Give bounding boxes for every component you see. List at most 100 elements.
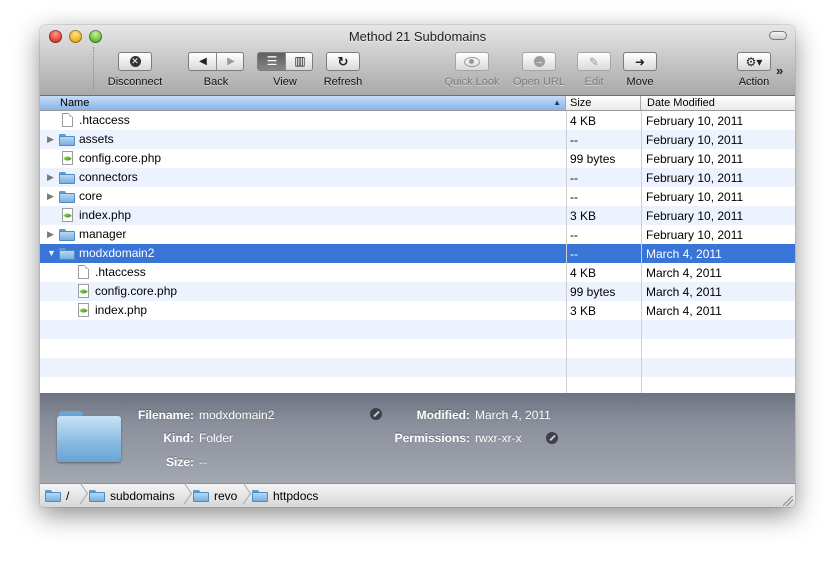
file-row[interactable]: ▶ core -- February 10, 2011 — [40, 187, 795, 206]
document-icon — [78, 265, 89, 280]
file-row[interactable]: index.php 3 KB February 10, 2011 — [40, 206, 795, 225]
window-title: Method 21 Subdomains — [348, 29, 487, 44]
path-crumb-httpdocs[interactable]: httpdocs — [252, 489, 318, 503]
list-view-icon[interactable]: ☰ — [258, 53, 286, 70]
permissions-value: rwxr-xr-x — [475, 431, 522, 445]
file-row[interactable]: ▶ connectors -- February 10, 2011 — [40, 168, 795, 187]
name-column-header[interactable]: Name ▲ — [40, 96, 566, 110]
back-forward-control: ◀ ▶ — [188, 52, 244, 71]
path-crumb-label: revo — [214, 489, 238, 503]
back-arrow-icon[interactable]: ◀ — [189, 56, 217, 67]
permissions-edit-icon[interactable] — [546, 432, 558, 444]
file-date: February 10, 2011 — [646, 170, 744, 185]
path-crumb-root[interactable]: / — [45, 489, 69, 503]
file-date: February 10, 2011 — [646, 208, 744, 223]
size-column-header[interactable]: Size — [566, 96, 641, 110]
file-rows: .htaccess 4 KB February 10, 2011 ▶ assets -- F… — [40, 111, 795, 393]
modified-value: March 4, 2011 — [475, 408, 551, 422]
file-size: -- — [570, 170, 578, 185]
folder-icon — [59, 247, 75, 260]
date-column-label: Date Modified — [647, 97, 715, 109]
edit-button[interactable]: ✎ — [577, 52, 611, 71]
file-date: March 4, 2011 — [646, 265, 722, 280]
disclosure-triangle-icon[interactable]: ▶ — [47, 172, 57, 183]
folder-icon — [59, 190, 75, 203]
file-row[interactable]: ▶ manager -- February 10, 2011 — [40, 225, 795, 244]
forward-arrow-icon[interactable]: ▶ — [217, 56, 245, 67]
file-date: March 4, 2011 — [646, 284, 722, 299]
name-cell: ▼ modxdomain2 — [40, 244, 566, 263]
name-cell: ▶ assets — [40, 130, 566, 149]
file-row[interactable]: .htaccess 4 KB March 4, 2011 — [40, 263, 795, 282]
name-cell: index.php — [40, 206, 566, 225]
document-icon — [62, 113, 73, 128]
size-value: -- — [199, 455, 207, 469]
sort-ascending-icon: ▲ — [553, 98, 561, 107]
kind-value: Folder — [199, 431, 234, 445]
php-file-icon — [62, 208, 73, 223]
file-size: -- — [570, 227, 578, 242]
disconnect-button[interactable]: ✕ — [118, 52, 152, 71]
open-url-label: Open URL — [513, 76, 565, 88]
php-file-icon — [62, 151, 73, 166]
file-size: -- — [570, 132, 578, 147]
path-separator — [184, 484, 192, 507]
php-file-icon — [78, 284, 89, 299]
column-divider — [641, 111, 642, 393]
toolbar-overflow-icon[interactable]: » — [776, 63, 783, 78]
size-label: Size: — [165, 455, 194, 469]
disclosure-triangle-icon[interactable]: ▶ — [47, 191, 57, 202]
date-column-header[interactable]: Date Modified — [641, 96, 795, 110]
gear-icon: ⚙▾ — [745, 54, 763, 69]
file-row[interactable]: index.php 3 KB March 4, 2011 — [40, 301, 795, 320]
path-crumb-label: subdomains — [110, 489, 175, 503]
file-name: core — [79, 189, 103, 203]
view-control: ☰ ▥ — [257, 52, 313, 71]
file-size: 3 KB — [570, 208, 597, 223]
filename-label: Filename: — [137, 408, 194, 422]
name-cell: .htaccess — [40, 111, 566, 130]
disclosure-triangle-icon[interactable]: ▶ — [47, 134, 57, 145]
edit-label: Edit — [584, 76, 604, 88]
quick-look-button[interactable] — [455, 52, 489, 71]
disconnect-label: Disconnect — [107, 76, 163, 88]
toolbar-toggle-button[interactable] — [769, 31, 787, 40]
back-label: Back — [203, 76, 229, 88]
name-column-label: Name — [60, 97, 90, 109]
file-size: 4 KB — [570, 265, 597, 280]
move-button[interactable]: ➜ — [623, 52, 657, 71]
open-url-button[interactable]: → — [522, 52, 556, 71]
resize-grip-icon[interactable] — [783, 496, 793, 506]
file-name: .htaccess — [95, 265, 146, 279]
file-row[interactable]: ▼ modxdomain2 -- March 4, 2011 — [40, 244, 795, 263]
path-crumb-subdomains[interactable]: subdomains — [89, 489, 175, 503]
refresh-button[interactable]: ↻ — [326, 52, 360, 71]
path-crumb-revo[interactable]: revo — [193, 489, 237, 503]
file-size: 4 KB — [570, 113, 597, 128]
folder-icon — [59, 228, 75, 241]
path-crumb-label: / — [66, 489, 70, 503]
file-row[interactable]: ▶ assets -- February 10, 2011 — [40, 130, 795, 149]
toolbar: Method 21 Subdomains ✕ Disconnect ◀ ▶ Ba… — [40, 25, 795, 96]
folder-icon — [252, 490, 268, 502]
file-name: assets — [79, 132, 114, 146]
filename-value: modxdomain2 — [199, 408, 275, 422]
file-row[interactable]: config.core.php 99 bytes February 10, 2011 — [40, 149, 795, 168]
path-crumb-label: httpdocs — [273, 489, 319, 503]
column-divider — [566, 111, 567, 393]
action-menu-button[interactable]: ⚙▾ — [737, 52, 771, 71]
disclosure-triangle-icon[interactable]: ▶ — [47, 229, 57, 240]
eye-icon — [464, 56, 480, 67]
name-cell: ▶ connectors — [40, 168, 566, 187]
column-view-icon[interactable]: ▥ — [286, 53, 312, 70]
empty-row — [40, 320, 795, 339]
folder-preview-icon — [57, 411, 121, 463]
file-size: 3 KB — [570, 303, 597, 318]
file-row[interactable]: .htaccess 4 KB February 10, 2011 — [40, 111, 795, 130]
disclosure-triangle-icon[interactable]: ▼ — [47, 248, 57, 258]
path-separator — [243, 484, 251, 507]
file-name: modxdomain2 — [79, 246, 155, 260]
file-row[interactable]: config.core.php 99 bytes March 4, 2011 — [40, 282, 795, 301]
file-date: February 10, 2011 — [646, 151, 744, 166]
file-size: -- — [570, 189, 578, 204]
